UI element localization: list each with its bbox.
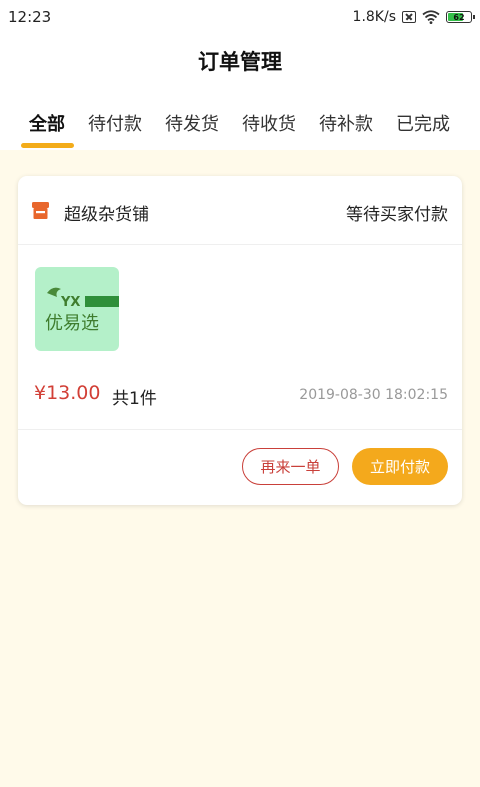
order-card[interactable]: 超级杂货铺 等待买家付款 YX 优易选 ¥13.00 共1件 2019-08-3… <box>18 176 462 505</box>
network-speed: 1.8K/s <box>352 9 396 25</box>
product-image[interactable]: YX 优易选 <box>35 267 119 351</box>
order-price: ¥13.00 <box>34 382 101 404</box>
status-indicators: 1.8K/s 62 <box>352 9 475 25</box>
tab-pending-payment[interactable]: 待付款 <box>88 110 142 136</box>
logo-mark: YX <box>60 295 80 310</box>
status-bar: 12:23 1.8K/s 62 <box>0 0 480 34</box>
status-time: 12:23 <box>8 8 52 26</box>
divider <box>18 429 462 430</box>
tab-completed[interactable]: 已完成 <box>396 110 450 136</box>
battery-level: 62 <box>453 12 465 22</box>
wifi-icon <box>422 10 440 24</box>
no-sim-icon <box>402 11 416 23</box>
order-item-count: 共1件 <box>112 389 157 409</box>
active-tab-indicator <box>21 143 74 148</box>
shop-icon <box>32 202 49 219</box>
tab-pending-supplement[interactable]: 待补款 <box>319 110 373 136</box>
shop-name[interactable]: 超级杂货铺 <box>64 200 149 225</box>
battery-icon: 62 <box>446 11 475 23</box>
tab-pending-shipment[interactable]: 待发货 <box>165 110 219 136</box>
page-header: 订单管理 全部 待付款 待发货 待收货 待补款 已完成 <box>0 34 480 150</box>
tab-pending-receipt[interactable]: 待收货 <box>242 110 296 136</box>
product-logo: YX 优易选 <box>45 287 119 334</box>
logo-text: 优易选 <box>45 313 99 334</box>
reorder-button[interactable]: 再来一单 <box>242 448 339 485</box>
pay-now-button[interactable]: 立即付款 <box>352 448 448 485</box>
order-time: 2019-08-30 18:02:15 <box>299 387 448 403</box>
page-title: 订单管理 <box>198 50 282 74</box>
order-card-header: 超级杂货铺 等待买家付款 <box>18 176 462 245</box>
order-tabs: 全部 待付款 待发货 待收货 待补款 已完成 <box>0 110 480 150</box>
tab-all[interactable]: 全部 <box>29 110 65 136</box>
order-status: 等待买家付款 <box>346 205 448 225</box>
